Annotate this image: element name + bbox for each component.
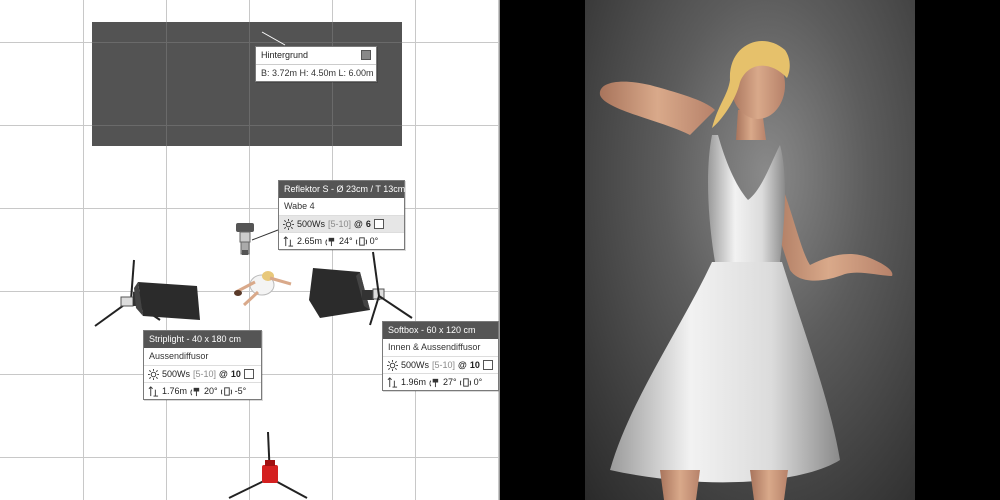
softbox-light[interactable] bbox=[309, 251, 413, 326]
reflektor-modifier: Wabe 4 bbox=[284, 201, 315, 211]
light-tilt-icon bbox=[325, 237, 335, 246]
lighting-simulator: Hintergrund B: 3.72m H: 4.50m L: 6.00m R… bbox=[0, 0, 1000, 500]
softbox-height: 1.96m bbox=[401, 376, 427, 387]
softbox-range: [5-10] bbox=[432, 359, 456, 370]
reflektor-power-row[interactable]: 500Ws [5-10] @ 6 bbox=[279, 215, 404, 232]
backdrop-panel-header: Hintergrund bbox=[256, 47, 376, 64]
striplight-modifier: Aussendiffusor bbox=[149, 351, 209, 361]
flash-power-icon bbox=[148, 368, 159, 380]
striplight-setting: 10 bbox=[230, 368, 241, 379]
reflektor-light[interactable] bbox=[236, 223, 254, 255]
light-tilt-icon bbox=[429, 378, 439, 387]
reflektor-tilt: 24° bbox=[339, 235, 353, 246]
striplight-height: 1.76m bbox=[162, 385, 188, 396]
studio-floor-plan[interactable]: Hintergrund B: 3.72m H: 4.50m L: 6.00m R… bbox=[0, 0, 500, 500]
model-leg bbox=[660, 470, 700, 500]
light-rotation-icon bbox=[355, 236, 367, 246]
light-rotation-icon bbox=[459, 377, 471, 387]
leader-line bbox=[261, 31, 286, 46]
striplight-tilt: 20° bbox=[204, 385, 218, 396]
model-leg bbox=[750, 470, 788, 500]
softbox-position-row[interactable]: 1.96m 27° 0° bbox=[383, 373, 498, 390]
softbox-rotation: 0° bbox=[473, 376, 483, 387]
softbox-tilt: 27° bbox=[443, 376, 457, 387]
reflektor-position-row[interactable]: 2.65m 24° 0° bbox=[279, 232, 404, 249]
softbox-setting: 10 bbox=[469, 359, 480, 370]
light-height-icon bbox=[148, 385, 159, 397]
flash-power-icon bbox=[387, 359, 398, 371]
model-dress-top bbox=[708, 135, 785, 262]
render-preview bbox=[500, 0, 1000, 500]
light-height-icon bbox=[387, 376, 398, 388]
light-rotation-icon bbox=[220, 386, 232, 396]
softbox-at: @ bbox=[458, 359, 467, 370]
softbox-power-row[interactable]: 500Ws [5-10] @ 10 bbox=[383, 356, 498, 373]
plan-objects bbox=[94, 31, 413, 499]
reflektor-power: 500Ws bbox=[297, 218, 326, 229]
reflektor-info-panel[interactable]: Reflektor S - Ø 23cm / T 13cm Wabe 4 500… bbox=[278, 180, 405, 250]
color-swatch-icon[interactable] bbox=[361, 50, 371, 60]
striplight-range: [5-10] bbox=[193, 368, 217, 379]
reflektor-at: @ bbox=[354, 218, 363, 229]
backdrop-info-panel[interactable]: Hintergrund B: 3.72m H: 4.50m L: 6.00m bbox=[255, 46, 377, 82]
reflektor-height: 2.65m bbox=[297, 235, 323, 246]
softbox-modifier: Innen & Aussendiffusor bbox=[388, 342, 481, 352]
reflektor-panel-title: Reflektor S - Ø 23cm / T 13cm bbox=[279, 181, 405, 198]
striplight-power-row[interactable]: 500Ws [5-10] @ 10 bbox=[144, 365, 261, 382]
softbox-info-panel[interactable]: Softbox - 60 x 120 cm Innen & Aussendiff… bbox=[382, 321, 499, 391]
flash-power-icon bbox=[283, 218, 294, 230]
light-height-icon bbox=[283, 235, 294, 247]
backdrop-panel-title: Hintergrund bbox=[261, 50, 309, 60]
striplight-at: @ bbox=[219, 368, 228, 379]
model-arm bbox=[599, 81, 715, 135]
striplight-info-panel[interactable]: Striplight - 40 x 180 cm Aussendiffusor … bbox=[143, 330, 262, 400]
softbox-power: 500Ws bbox=[401, 359, 430, 370]
reflektor-rotation: 0° bbox=[369, 235, 379, 246]
backdrop-dimensions: B: 3.72m H: 4.50m L: 6.00m bbox=[256, 64, 376, 81]
striplight-panel-title: Striplight - 40 x 180 cm bbox=[144, 331, 261, 348]
checkbox-icon[interactable] bbox=[373, 219, 384, 229]
softbox-panel-title: Softbox - 60 x 120 cm bbox=[383, 322, 498, 339]
leader-line bbox=[251, 229, 279, 241]
striplight-light[interactable] bbox=[94, 259, 200, 327]
checkbox-icon[interactable] bbox=[482, 360, 493, 370]
light-tilt-icon bbox=[190, 387, 200, 396]
checkbox-icon[interactable] bbox=[243, 369, 254, 379]
striplight-position-row[interactable]: 1.76m 20° -5° bbox=[144, 382, 261, 399]
striplight-power: 500Ws bbox=[162, 368, 191, 379]
model-render bbox=[599, 41, 893, 500]
striplight-rotation: -5° bbox=[234, 385, 247, 396]
model-dress-skirt bbox=[610, 262, 840, 483]
model-figure[interactable] bbox=[234, 271, 292, 307]
camera-tripod[interactable] bbox=[228, 431, 308, 499]
reflektor-setting: 6 bbox=[365, 218, 371, 229]
reflektor-range: [5-10] bbox=[328, 218, 352, 229]
